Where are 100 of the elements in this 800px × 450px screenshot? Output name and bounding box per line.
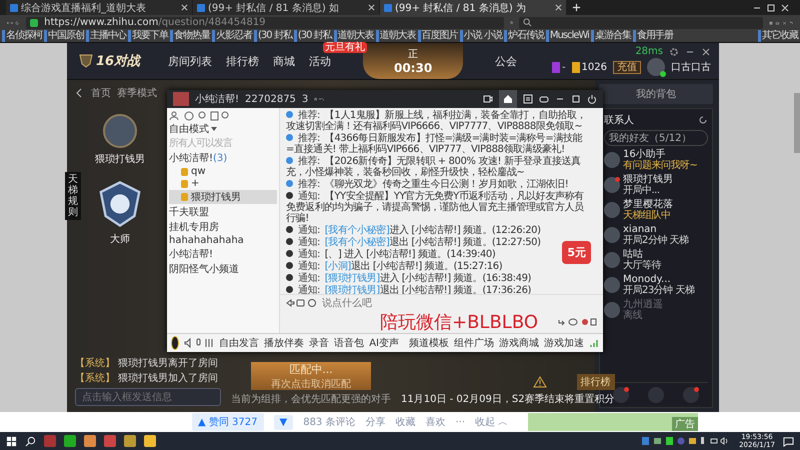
search-icon[interactable] <box>25 436 36 446</box>
browser-tab[interactable]: 综合游戏直播福利_道朝大表 <box>6 0 192 15</box>
recharge-button[interactable]: 充值 <box>613 60 641 74</box>
bookmark[interactable]: 名侦探柯 <box>2 30 42 42</box>
browser-tab[interactable]: (99+ 封私信 / 81 条消息) 为 <box>380 0 566 15</box>
nav-tab[interactable]: 房间列表 <box>168 54 212 68</box>
maximize-icon[interactable] <box>571 94 581 104</box>
contact-item[interactable]: 16小助手 有问题来问我呀~ <box>604 149 708 171</box>
contact-action-button[interactable] <box>682 387 699 403</box>
site-icon <box>384 4 392 12</box>
toolbar-button[interactable]: 语音包 <box>334 336 364 350</box>
toolbar-button[interactable]: AI变声 <box>369 336 399 350</box>
channel-user[interactable]: qw <box>169 166 277 177</box>
refresh-icon[interactable] <box>698 115 708 125</box>
contact-item[interactable]: 猥琐打钱男 开局中... <box>604 174 708 196</box>
backpack-button[interactable]: 我的背包 <box>599 84 713 104</box>
home-icon <box>503 94 513 104</box>
url-field[interactable]: https://www.zhihu.com/question/484454819 <box>26 16 504 28</box>
new-tab-icon[interactable] <box>572 3 581 12</box>
player-name: 猥琐打钱男 <box>95 152 145 166</box>
channel-id: 22702875 <box>245 94 296 104</box>
audio-controls-icon[interactable] <box>184 338 214 348</box>
home-tab[interactable] <box>499 90 517 108</box>
mode-dropdown[interactable]: 自由模式 <box>169 122 217 136</box>
breadcrumb-link[interactable]: 首页 <box>91 86 111 100</box>
member-count: 3 <box>302 94 308 104</box>
breadcrumb-link[interactable]: 赛季模式 <box>117 86 157 100</box>
chat-message: 通知: [小洞]退出 [小纯洁帮!] 频道。(15:27:16) <box>286 261 589 272</box>
nav-tab[interactable]: 活动 <box>309 54 332 68</box>
site-icon <box>10 4 18 12</box>
avatar <box>604 227 620 243</box>
tree-toolbar-icon[interactable] <box>169 111 229 121</box>
contact-item[interactable]: Monody... 开局23分钟 天梯 <box>604 274 708 296</box>
settings-icon[interactable] <box>669 46 679 56</box>
toolbar-button[interactable]: 播放伴奏 <box>264 336 304 350</box>
avatar[interactable] <box>647 58 665 76</box>
avatar <box>604 277 620 293</box>
user-avatar[interactable] <box>171 336 180 350</box>
ping-indicator: 28ms <box>635 46 663 57</box>
speak-rule: 所有人可以发言 <box>169 136 232 150</box>
caret-icon <box>211 127 217 132</box>
emoji-toolbar-icon[interactable] <box>286 298 316 308</box>
notification-icon[interactable] <box>783 436 794 446</box>
contact-action-button[interactable] <box>613 387 630 403</box>
search-icon <box>523 18 532 27</box>
windows-start-icon[interactable] <box>6 436 17 446</box>
channel-item[interactable]: 千夫联盟 <box>169 205 277 219</box>
nav-tab[interactable]: 排行榜 <box>226 54 260 68</box>
close-icon[interactable] <box>701 46 711 56</box>
nav-tab[interactable]: 公会 <box>495 54 518 68</box>
channel-item[interactable]: hahahahahaha <box>169 235 277 246</box>
contact-item[interactable]: 梦里樱花落 天梯组队中 <box>604 199 708 221</box>
video-icon[interactable] <box>483 94 493 104</box>
downvote-button[interactable]: ▼ <box>274 414 294 430</box>
browser-tab[interactable]: (99+ 封私信 / 81 条消息) 如 <box>193 0 379 15</box>
channel-name: 小纯洁帮! <box>195 92 240 106</box>
close-icon[interactable] <box>181 4 188 11</box>
chat-message: 通知: [我有个小秘密]进入 [小纯洁帮!] 频道。(12:26:20) <box>286 225 589 236</box>
system-message: 【系统】 猥琐打钱男加入了房间 <box>75 372 220 385</box>
power-icon[interactable] <box>587 94 597 104</box>
app-button[interactable]: 游戏加速 <box>544 336 584 350</box>
avatar <box>604 252 620 268</box>
channel-item[interactable]: 阴阳怪气小频道 <box>169 262 277 276</box>
channel-item[interactable]: 小纯洁帮! <box>169 247 277 261</box>
avatar <box>604 152 620 168</box>
friend-search-field[interactable]: 我的好友（5/12） <box>604 130 708 146</box>
warning-icon[interactable] <box>532 376 547 388</box>
overlay-text: 陪玩微信+BLBLBO <box>380 311 538 334</box>
season-note: 11月10日 - 02月09日，S2赛季结束将重置积分 <box>401 392 615 406</box>
game-logo: 16对战 <box>79 52 140 70</box>
avatar <box>604 202 620 218</box>
ladder-rules-button[interactable]: 天梯规则 <box>65 172 81 220</box>
promo-badge: 元旦有礼 <box>323 42 368 52</box>
board-icon[interactable] <box>523 94 533 104</box>
leaderboard-button[interactable]: 排行榜 <box>576 374 615 390</box>
channel-item[interactable]: 小纯洁帮!(3) <box>169 151 277 165</box>
app-button[interactable]: 游戏商城 <box>499 336 539 350</box>
message-input-field[interactable]: 说点什么吧 <box>320 296 597 310</box>
send-options-icon[interactable] <box>557 317 597 327</box>
toolbar-button[interactable]: 自由发言 <box>219 336 260 350</box>
contact-item[interactable]: xianan 开局2分钟 天梯 <box>604 224 708 246</box>
channel-user[interactable]: + <box>169 178 277 189</box>
chat-input-field[interactable]: 点击输入框发送信息 <box>75 388 221 406</box>
avatar <box>604 177 620 193</box>
app-button[interactable]: 频道模板 <box>409 336 449 350</box>
close-icon[interactable] <box>555 4 562 11</box>
site-icon <box>197 4 205 12</box>
close-icon[interactable] <box>368 4 375 11</box>
toolbar-button[interactable]: 录音 <box>309 336 330 350</box>
upvote-button[interactable]: ▲ 赞同 3727 <box>192 413 264 431</box>
search-field[interactable] <box>519 16 764 28</box>
app-button[interactable]: 组件广场 <box>454 336 494 350</box>
coupon-badge[interactable]: 5元 <box>562 241 591 264</box>
signal-icon <box>589 338 599 348</box>
contact-item[interactable]: 咕咕 大厅等待 <box>604 249 708 271</box>
chat-message: 推荐: 【4366每日新服发布】打怪=满级=满时装=满称号=满技能=直接通关! 带上福利码VIP666、VIP777、VIP888领取满级豪礼! <box>286 133 584 155</box>
nav-tab[interactable]: 商城 <box>273 54 296 68</box>
channel-user[interactable]: 猥琐打钱男 <box>169 190 277 204</box>
avatar <box>604 302 620 318</box>
channel-item[interactable]: 挂机专用房 <box>169 220 277 234</box>
